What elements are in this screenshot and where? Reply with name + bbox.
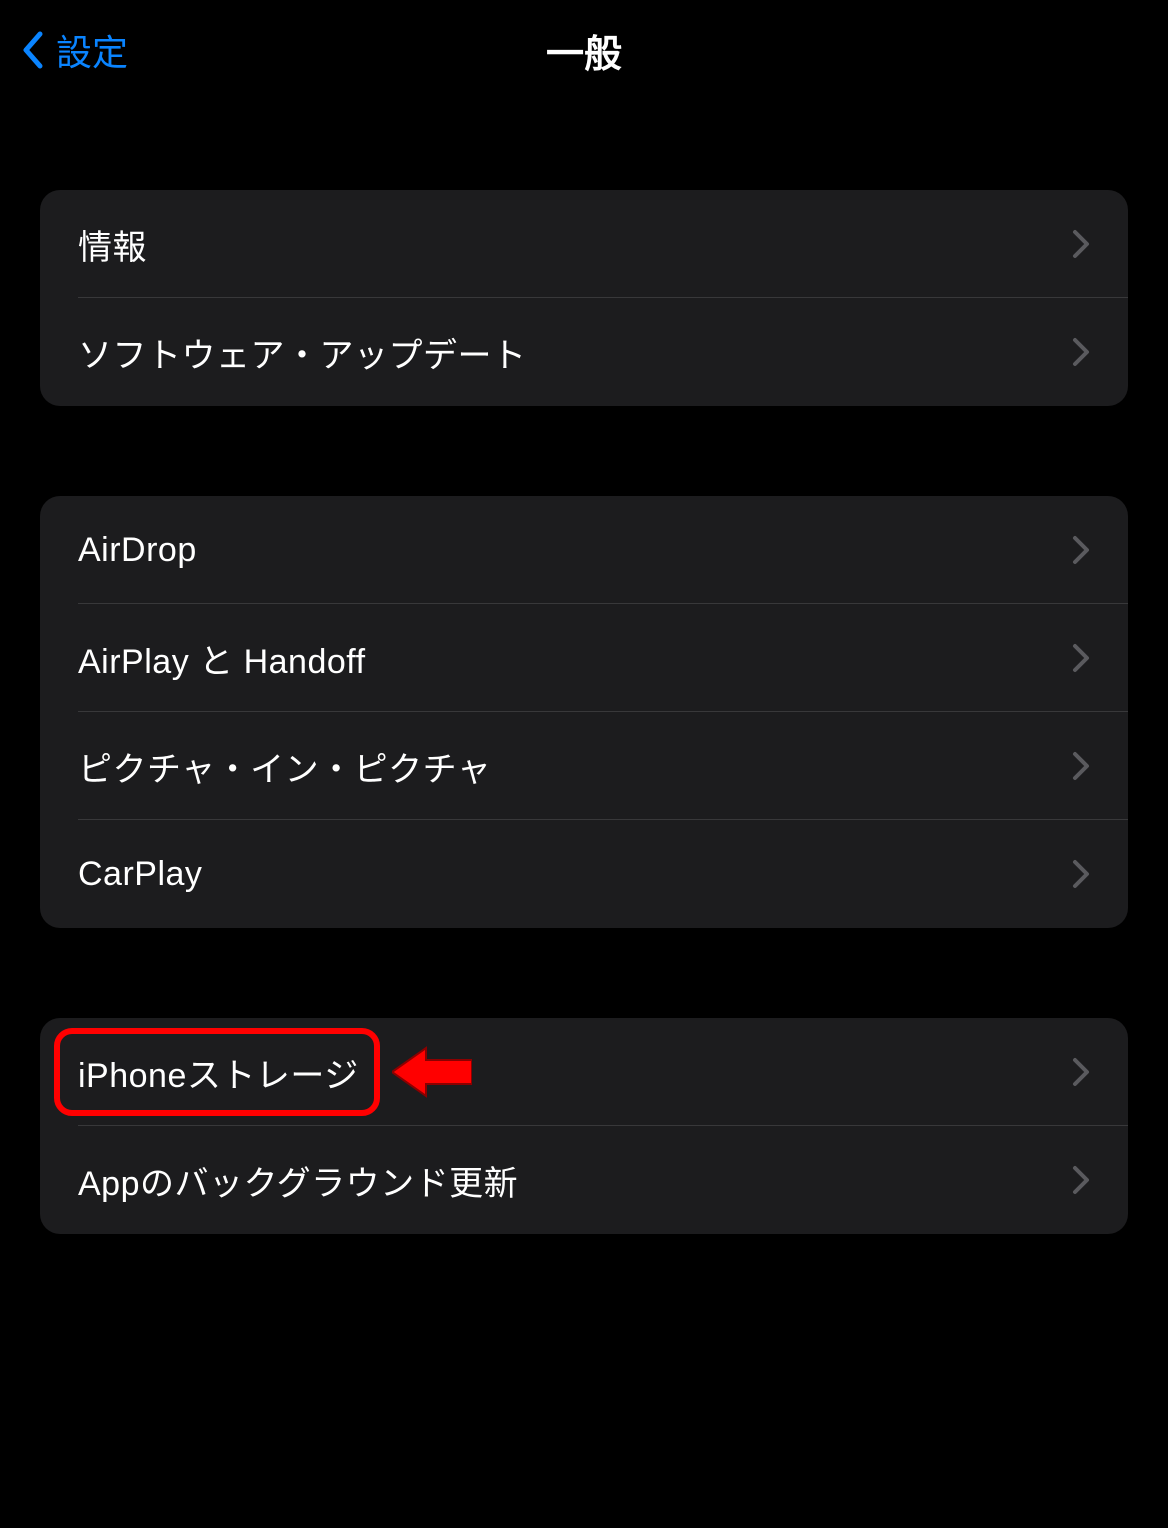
section-about: 情報 ソフトウェア・アップデート [40,190,1128,406]
page-title: 一般 [0,23,1168,78]
item-label: AirDrop [78,531,197,570]
back-label: 設定 [56,24,128,76]
back-button[interactable]: 設定 [20,24,128,76]
chevron-right-icon [1072,1057,1090,1087]
content-area: 情報 ソフトウェア・アップデート AirDrop AirPlay と Hando… [0,100,1168,1234]
chevron-right-icon [1072,643,1090,673]
navigation-bar: 設定 一般 [0,0,1168,100]
item-label: Appのバックグラウンド更新 [78,1156,518,1205]
item-label: CarPlay [78,855,202,894]
list-item-iphone-storage[interactable]: iPhoneストレージ [40,1018,1128,1126]
chevron-left-icon [20,30,44,70]
item-label: ピクチャ・イン・ピクチャ [78,742,491,791]
chevron-right-icon [1072,859,1090,889]
section-connectivity: AirDrop AirPlay と Handoff ピクチャ・イン・ピクチャ C… [40,496,1128,928]
chevron-right-icon [1072,1165,1090,1195]
list-item-airplay-handoff[interactable]: AirPlay と Handoff [40,604,1128,712]
chevron-right-icon [1072,751,1090,781]
arrow-left-icon [392,1042,472,1102]
list-item-carplay[interactable]: CarPlay [40,820,1128,928]
list-item-airdrop[interactable]: AirDrop [40,496,1128,604]
list-item-software-update[interactable]: ソフトウェア・アップデート [40,298,1128,406]
list-item-background-app-refresh[interactable]: Appのバックグラウンド更新 [40,1126,1128,1234]
chevron-right-icon [1072,337,1090,367]
item-label: iPhoneストレージ [78,1048,359,1097]
list-item-picture-in-picture[interactable]: ピクチャ・イン・ピクチャ [40,712,1128,820]
section-storage: iPhoneストレージ Appのバックグラウンド更新 [40,1018,1128,1234]
list-item-about[interactable]: 情報 [40,190,1128,298]
item-label: 情報 [78,220,147,269]
item-label: ソフトウェア・アップデート [78,328,527,377]
item-label: AirPlay と Handoff [78,634,366,683]
chevron-right-icon [1072,229,1090,259]
chevron-right-icon [1072,535,1090,565]
